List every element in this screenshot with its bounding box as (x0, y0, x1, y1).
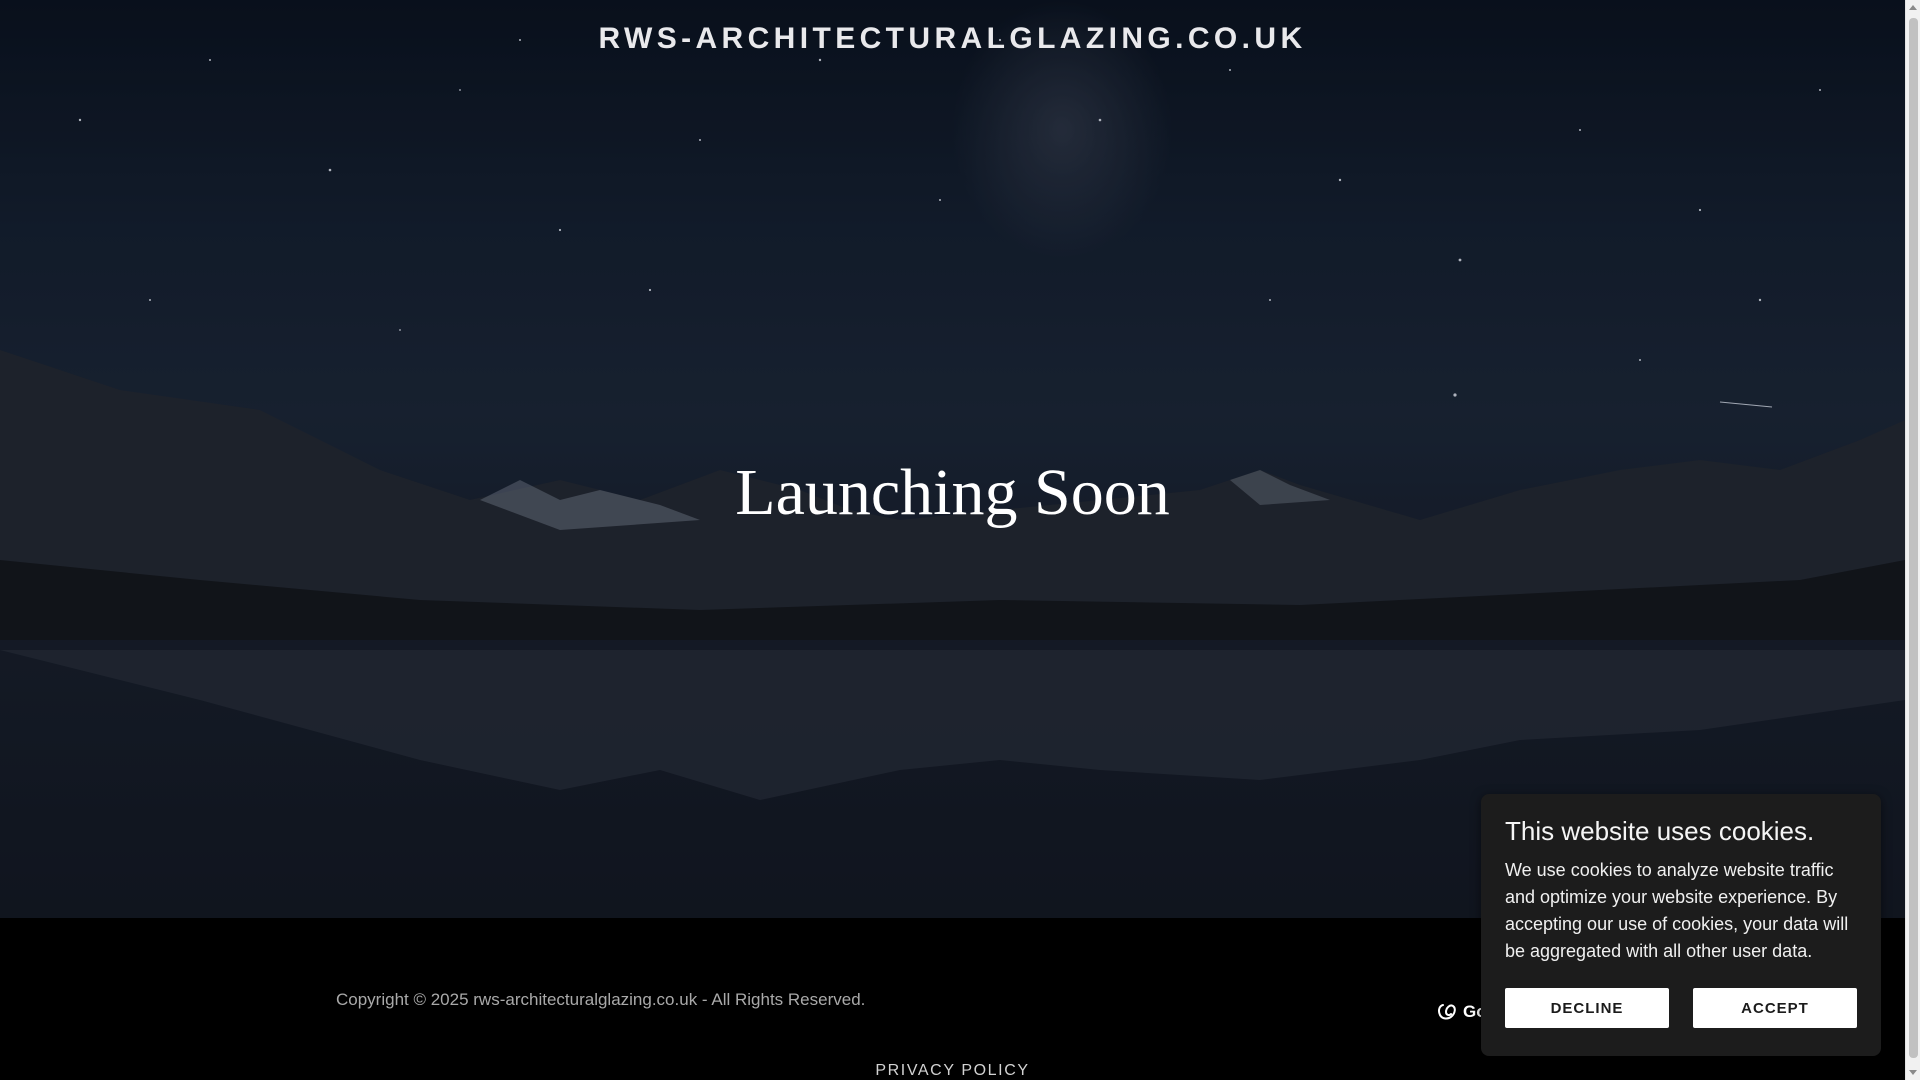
copyright-text: Copyright © 2025 rws-architecturalglazin… (336, 990, 866, 1009)
hero-headline: Launching Soon (735, 456, 1170, 529)
site-title[interactable]: RWS-ARCHITECTURALGLAZING.CO.UK (0, 22, 1905, 56)
cookie-banner-body: We use cookies to analyze website traffi… (1505, 860, 1849, 961)
godaddy-logo-icon (1438, 1004, 1456, 1020)
decline-button[interactable]: DECLINE (1505, 988, 1669, 1028)
scrollbar-thumb[interactable] (1909, 18, 1918, 1058)
vertical-scrollbar[interactable] (1905, 0, 1920, 1080)
page: RWS-ARCHITECTURALGLAZING.CO.UK Launching… (0, 0, 1920, 1080)
hero-section: RWS-ARCHITECTURALGLAZING.CO.UK Launching… (0, 0, 1905, 918)
cookie-banner-actions: DECLINE ACCEPT (1505, 988, 1857, 1028)
cookie-banner: This website uses cookies. We use cookie… (1481, 794, 1881, 1056)
godaddy-logo[interactable]: Go (1437, 1002, 1487, 1022)
scroll-up-arrow-icon[interactable] (1909, 5, 1917, 10)
scroll-down-arrow-icon[interactable] (1909, 1070, 1917, 1075)
accept-button[interactable]: ACCEPT (1693, 988, 1857, 1028)
privacy-policy-link[interactable]: PRIVACY POLICY (0, 1062, 1905, 1080)
cookie-banner-title: This website uses cookies. (1505, 816, 1815, 846)
